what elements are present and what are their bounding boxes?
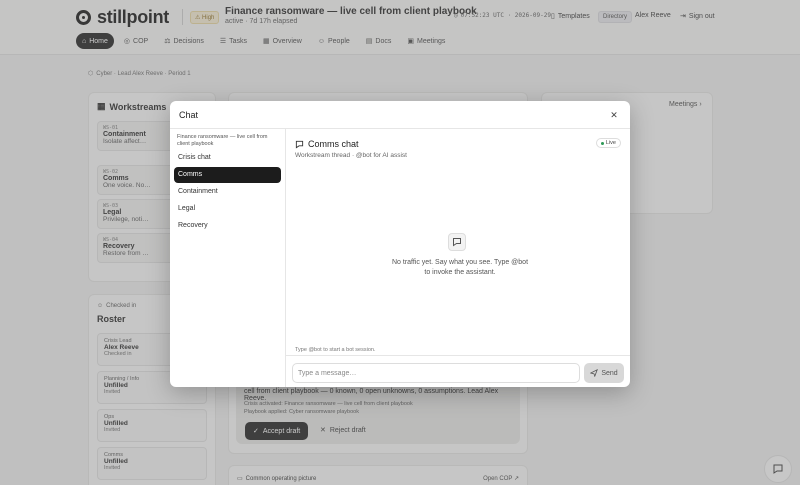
modal-title: Chat [179, 110, 199, 120]
channel-title: Comms chat [295, 139, 359, 149]
chat-modal: Chat ✕ Finance ransomware — live cell fr… [170, 101, 630, 387]
chat-icon [448, 233, 466, 251]
message-input[interactable] [292, 363, 580, 383]
channel-title-text: Comms chat [308, 139, 359, 149]
channel-legal[interactable]: Legal [174, 201, 281, 217]
live-badge: Live [595, 138, 621, 148]
close-icon[interactable]: ✕ [608, 109, 620, 121]
chat-icon [295, 140, 304, 148]
channel-containment[interactable]: Containment [174, 184, 281, 200]
channel-crisis-chat[interactable]: Crisis chat [174, 150, 281, 166]
send-button[interactable]: Send [584, 363, 624, 383]
live-label: Live [605, 140, 616, 146]
channel-sidebar: Finance ransomware — live cell from clie… [170, 129, 286, 387]
chat-main: Comms chat Workstream thread · @bot for … [286, 129, 630, 387]
channel-comms[interactable]: Comms [174, 167, 281, 183]
incident-context: Finance ransomware — live cell from clie… [177, 134, 268, 147]
send-icon [590, 369, 599, 377]
empty-state-text: No traffic yet. Say what you see. Type @… [391, 259, 529, 276]
divider [286, 355, 630, 356]
channel-recovery[interactable]: Recovery [174, 218, 281, 234]
channel-subtitle: Workstream thread · @bot for AI assist [295, 152, 407, 159]
modal-header: Chat ✕ [170, 101, 630, 129]
bot-hint: Type @bot to start a bot session. [295, 347, 376, 353]
live-dot-icon [600, 141, 604, 145]
send-label: Send [601, 369, 618, 377]
